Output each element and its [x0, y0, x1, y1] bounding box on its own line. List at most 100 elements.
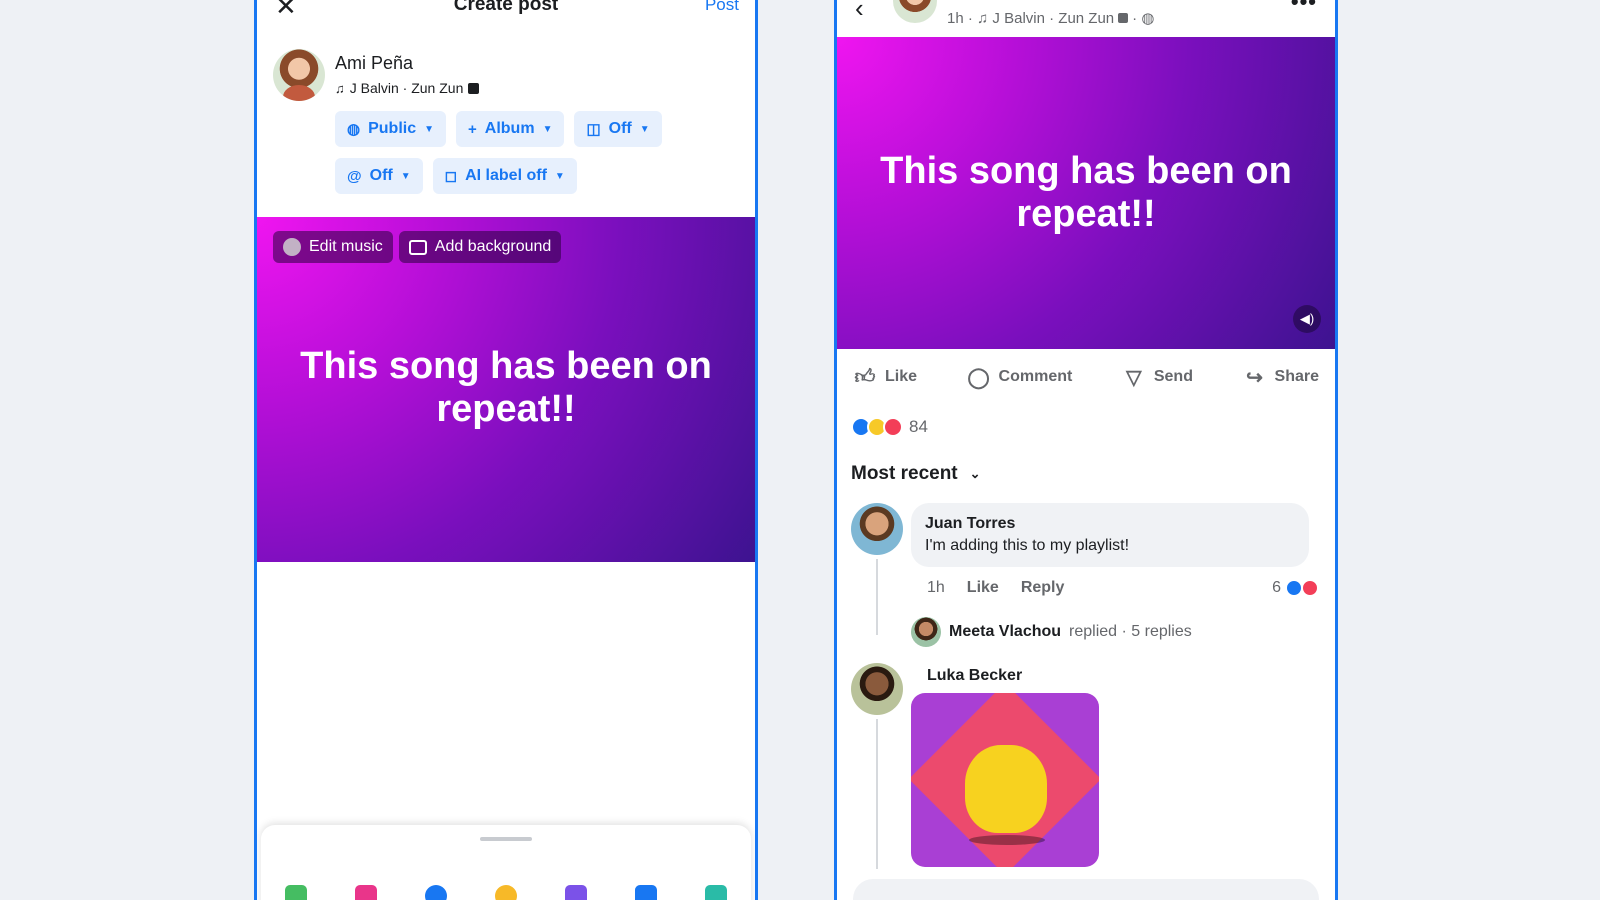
action-label: Share [1274, 368, 1319, 385]
threads-icon: @ [347, 167, 362, 185]
post-text: This song has been on repeat!! [880, 150, 1292, 235]
comment-text: I'm adding this to my playlist! [925, 537, 1130, 554]
share-button[interactable]: ↪ Share [1243, 365, 1319, 389]
more-icon[interactable] [705, 885, 727, 900]
commenter-name[interactable]: Luka Becker [927, 667, 1022, 685]
music-note-icon: ♫ [335, 80, 345, 96]
song-label: J Balvin · Zun Zun [349, 80, 464, 96]
ai-label-dropdown[interactable]: ◻ AI label off ▼ [432, 158, 577, 194]
drag-handle[interactable] [480, 837, 532, 841]
pill-label: Album [484, 120, 535, 137]
reaction-summary[interactable]: 84 [851, 417, 928, 437]
sticker-shadow [969, 835, 1045, 845]
love-reaction-icon [1301, 579, 1319, 597]
edit-music-button[interactable]: Edit music [273, 231, 393, 263]
avatar [911, 617, 941, 647]
comment-icon: ◯ [967, 366, 990, 389]
ai-label-icon: ◻ [444, 168, 458, 185]
post-canvas[interactable]: This song has been on repeat!! ◀) [837, 37, 1335, 349]
pill-label: Off [608, 120, 632, 137]
avatar[interactable] [851, 663, 903, 715]
plus-icon: + [468, 120, 477, 138]
globe-icon: ◍ [347, 121, 361, 138]
love-reaction-icon [883, 417, 903, 437]
back-icon[interactable]: ‹ [855, 0, 864, 21]
comment-time: 1h [927, 579, 945, 596]
author-row: Ami Peña ♫ J Balvin · Zun Zun [273, 49, 739, 109]
comment-composer[interactable] [853, 879, 1319, 900]
action-bar: 👍︎ Like ◯ Comment ▽ Send ↪ Share [853, 359, 1319, 395]
instagram-share-dropdown[interactable]: ◫ Off ▼ [574, 111, 662, 147]
explicit-icon [468, 82, 480, 94]
thread-line [876, 719, 878, 869]
pill-label: Public [368, 120, 417, 137]
send-icon: ▽ [1126, 366, 1142, 389]
like-button[interactable]: 👍︎ Like [853, 365, 917, 389]
add-background-label: Add background [434, 238, 552, 255]
sticker-image[interactable] [911, 693, 1099, 867]
more-options-icon[interactable]: ••• [1291, 0, 1317, 15]
speaker-icon[interactable]: ◀) [1293, 305, 1321, 333]
bottom-sheet[interactable] [261, 825, 751, 900]
comment-bubble[interactable]: Juan Torres I'm adding this to my playli… [911, 503, 1309, 567]
caret-down-icon: ▼ [639, 123, 650, 135]
photo-icon[interactable] [285, 885, 307, 900]
caret-down-icon: ▼ [400, 170, 411, 182]
pill-label: AI label off [465, 167, 547, 184]
settings-pills-row: @ Off ▼ ◻ AI label off ▼ [335, 158, 577, 194]
comment-like-button[interactable]: Like [967, 579, 999, 597]
avatar [273, 49, 325, 101]
caret-down-icon: ▼ [554, 170, 565, 182]
view-replies-link[interactable]: Meeta Vlachou replied · 5 replies [911, 617, 1192, 647]
post-text[interactable]: This song has been on repeat!! [257, 345, 755, 431]
comment-sort-dropdown[interactable]: Most recent ⌄ [851, 463, 981, 485]
globe-icon: · ◍ [1132, 10, 1155, 27]
chevron-down-icon: ⌄ [969, 466, 981, 481]
replies-text: replied · 5 replies [1069, 623, 1192, 640]
music-attribution[interactable]: ♫ J Balvin · Zun Zun [335, 80, 480, 96]
commenter-name[interactable]: Juan Torres [925, 515, 1295, 533]
comment-reactions[interactable]: 6 [1272, 579, 1319, 597]
pill-label: Off [369, 167, 393, 184]
post-meta-text: 1h · ♫ J Balvin · Zun Zun [947, 9, 1115, 27]
instagram-icon: ◫ [586, 121, 601, 138]
canvas-toolbar: Edit music Add background [273, 231, 562, 263]
pen-icon[interactable] [565, 885, 587, 900]
music-icon[interactable] [355, 885, 377, 900]
music-disc-icon [283, 238, 301, 256]
post-canvas[interactable]: Edit music Add background This song has … [257, 217, 755, 562]
comment-meta: 1h Like Reply [927, 579, 1064, 597]
reaction-count: 84 [909, 417, 928, 436]
thread-line [876, 559, 878, 635]
threads-share-dropdown[interactable]: @ Off ▼ [335, 158, 423, 194]
replier-name: Meeta Vlachou [949, 623, 1062, 640]
explicit-icon [1118, 13, 1129, 23]
edit-music-label: Edit music [309, 238, 383, 255]
add-background-button[interactable]: Add background [398, 231, 562, 263]
send-button[interactable]: ▽ Send [1122, 365, 1193, 389]
audience-pills-row: ◍ Public ▼ + Album ▼ ◫ Off ▼ [335, 111, 662, 147]
tag-people-icon[interactable] [425, 885, 447, 900]
comment-reply-button[interactable]: Reply [1021, 579, 1065, 597]
caret-down-icon: ▼ [424, 123, 435, 135]
album-dropdown[interactable]: + Album ▼ [456, 111, 565, 147]
attachment-toolbar [285, 885, 751, 900]
camera-icon[interactable] [635, 885, 657, 900]
comment-reaction-count: 6 [1272, 579, 1281, 596]
action-label: Send [1153, 368, 1193, 385]
sort-label: Most recent [851, 463, 958, 484]
post-view-screen: ‹ 1h · ♫ J Balvin · Zun Zun · ◍ ••• This… [834, 0, 1338, 900]
feeling-icon[interactable] [495, 885, 517, 900]
dancing-character-icon [965, 745, 1047, 833]
create-post-header: ✕ Create post Post [257, 0, 755, 19]
post-header: ‹ 1h · ♫ J Balvin · Zun Zun · ◍ ••• [837, 0, 1335, 37]
avatar[interactable] [893, 0, 937, 23]
audience-dropdown[interactable]: ◍ Public ▼ [335, 111, 447, 147]
post-button[interactable]: Post [705, 0, 739, 17]
action-label: Like [885, 368, 918, 385]
caret-down-icon: ▼ [542, 123, 553, 135]
image-icon [408, 239, 427, 255]
comment-button[interactable]: ◯ Comment [967, 365, 1072, 389]
post-meta: 1h · ♫ J Balvin · Zun Zun · ◍ [947, 9, 1155, 28]
avatar[interactable] [851, 503, 903, 555]
